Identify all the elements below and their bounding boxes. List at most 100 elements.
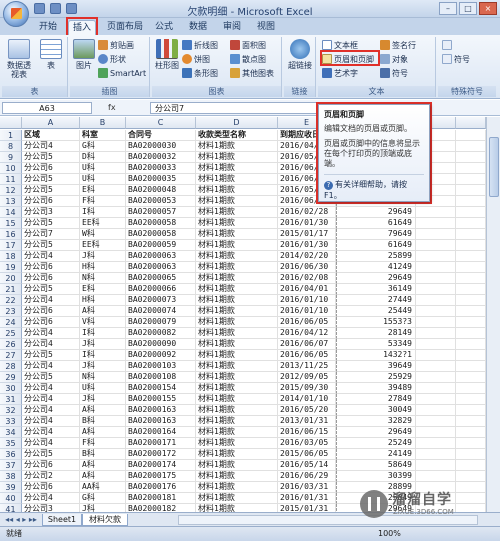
empty-cell[interactable] — [456, 262, 486, 273]
table-cell[interactable]: D科 — [80, 152, 126, 163]
row-header[interactable]: 16 — [0, 229, 22, 240]
empty-cell[interactable] — [416, 350, 456, 361]
table-cell[interactable]: 分公司5 — [22, 152, 80, 163]
table-cell[interactable]: 79649 — [336, 229, 416, 240]
table-cell[interactable]: BA02000164 — [126, 427, 196, 438]
row-header[interactable]: 12 — [0, 185, 22, 196]
office-button[interactable] — [3, 1, 29, 27]
table-cell[interactable]: A科 — [80, 460, 126, 471]
row-header[interactable]: 10 — [0, 163, 22, 174]
table-cell[interactable]: BA02000035 — [126, 174, 196, 185]
table-cell[interactable]: 分公司5 — [22, 350, 80, 361]
table-cell[interactable]: 2016/06/05 — [278, 350, 336, 361]
table-cell[interactable]: EE科 — [80, 218, 126, 229]
table-cell[interactable]: BA02000058 — [126, 218, 196, 229]
table-cell[interactable]: 分公司6 — [22, 163, 80, 174]
empty-cell[interactable] — [416, 416, 456, 427]
table-cell[interactable]: 2016/06/29 — [278, 471, 336, 482]
table-cell[interactable]: BA02000103 — [126, 361, 196, 372]
table-cell[interactable]: 材料1期款 — [196, 493, 278, 504]
row-header[interactable]: 9 — [0, 152, 22, 163]
table-cell[interactable]: 2015/06/05 — [278, 449, 336, 460]
table-cell[interactable]: 39649 — [336, 361, 416, 372]
row-header[interactable]: 15 — [0, 218, 22, 229]
empty-cell[interactable] — [416, 394, 456, 405]
table-cell[interactable]: 分公司3 — [22, 207, 80, 218]
table-cell[interactable]: 材料1期款 — [196, 471, 278, 482]
table-cell[interactable]: 2016/02/08 — [278, 273, 336, 284]
table-cell[interactable]: BA02000174 — [126, 460, 196, 471]
row-header[interactable]: 33 — [0, 416, 22, 427]
table-cell[interactable]: 2016/06/30 — [278, 262, 336, 273]
empty-cell[interactable] — [416, 306, 456, 317]
zoom-level[interactable]: 100% — [378, 527, 401, 541]
table-cell[interactable]: 分公司4 — [22, 493, 80, 504]
table-cell[interactable]: 分公司6 — [22, 482, 80, 493]
table-cell[interactable]: J科 — [80, 394, 126, 405]
empty-cell[interactable] — [416, 471, 456, 482]
empty-cell[interactable] — [456, 240, 486, 251]
empty-cell[interactable] — [456, 152, 486, 163]
table-cell[interactable]: 材料1期款 — [196, 273, 278, 284]
table-cell[interactable]: 材料1期款 — [196, 350, 278, 361]
column-chart-button[interactable]: 柱形图 — [154, 39, 180, 70]
empty-cell[interactable] — [456, 427, 486, 438]
table-cell[interactable]: 分公司4 — [22, 383, 80, 394]
row-header[interactable]: 36 — [0, 449, 22, 460]
table-cell[interactable]: 材料1期款 — [196, 449, 278, 460]
tab-home[interactable]: 开始 — [34, 20, 62, 35]
table-cell[interactable]: J科 — [80, 504, 126, 512]
table-cell[interactable]: 分公司6 — [22, 196, 80, 207]
table-cell[interactable]: 分公司6 — [22, 317, 80, 328]
table-cell[interactable]: 2016/04/01 — [278, 284, 336, 295]
table-cell[interactable]: 分公司7 — [22, 229, 80, 240]
empty-cell[interactable] — [456, 207, 486, 218]
empty-cell[interactable] — [456, 339, 486, 350]
table-cell[interactable]: 58649 — [336, 460, 416, 471]
row-header[interactable]: 28 — [0, 361, 22, 372]
table-cell[interactable]: 2016/02/28 — [278, 207, 336, 218]
table-cell[interactable]: 材料1期款 — [196, 207, 278, 218]
table-cell[interactable]: N科 — [80, 273, 126, 284]
table-cell[interactable]: W科 — [80, 229, 126, 240]
table-cell[interactable]: BA02000175 — [126, 471, 196, 482]
table-cell[interactable]: E科 — [80, 284, 126, 295]
empty-cell[interactable] — [416, 218, 456, 229]
empty-cell[interactable] — [416, 460, 456, 471]
table-cell[interactable]: 合同号 — [126, 130, 196, 141]
table-cell[interactable]: U科 — [80, 163, 126, 174]
pivot-table-button[interactable]: 数据透视表 — [4, 39, 34, 79]
table-cell[interactable]: 2016/01/31 — [278, 493, 336, 504]
table-cell[interactable]: 2014/02/20 — [278, 251, 336, 262]
empty-cell[interactable] — [456, 251, 486, 262]
table-cell[interactable]: 分公司5 — [22, 284, 80, 295]
signature-line-button[interactable]: 签名行 — [380, 40, 416, 52]
empty-cell[interactable] — [456, 449, 486, 460]
bar-chart-button[interactable]: 条形图 — [182, 68, 218, 80]
comma-symbol-button[interactable] — [442, 40, 454, 52]
table-cell[interactable]: 2016/05/20 — [278, 405, 336, 416]
empty-cell[interactable] — [456, 405, 486, 416]
empty-cell[interactable] — [416, 438, 456, 449]
empty-cell[interactable] — [456, 416, 486, 427]
table-cell[interactable]: I科 — [80, 350, 126, 361]
table-cell[interactable]: 28149 — [336, 328, 416, 339]
table-cell[interactable]: 分公司5 — [22, 218, 80, 229]
table-cell[interactable]: 分公司4 — [22, 405, 80, 416]
table-cell[interactable]: 材料1期款 — [196, 229, 278, 240]
tab-formulas[interactable]: 公式 — [150, 20, 178, 35]
table-cell[interactable]: 61649 — [336, 240, 416, 251]
select-all-corner[interactable] — [0, 117, 22, 129]
special-symbol-button[interactable]: 符号 — [442, 54, 470, 66]
clipart-button[interactable]: 剪贴画 — [98, 40, 134, 52]
empty-cell[interactable] — [416, 262, 456, 273]
table-cell[interactable]: 2016/01/10 — [278, 306, 336, 317]
table-cell[interactable]: BA02000182 — [126, 504, 196, 512]
table-cell[interactable]: J科 — [80, 339, 126, 350]
table-cell[interactable]: 分公司4 — [22, 394, 80, 405]
row-header[interactable]: 1 — [0, 130, 22, 141]
empty-cell[interactable] — [416, 328, 456, 339]
table-cell[interactable]: 材料1期款 — [196, 405, 278, 416]
empty-cell[interactable] — [416, 427, 456, 438]
table-cell[interactable]: BA02000058 — [126, 229, 196, 240]
